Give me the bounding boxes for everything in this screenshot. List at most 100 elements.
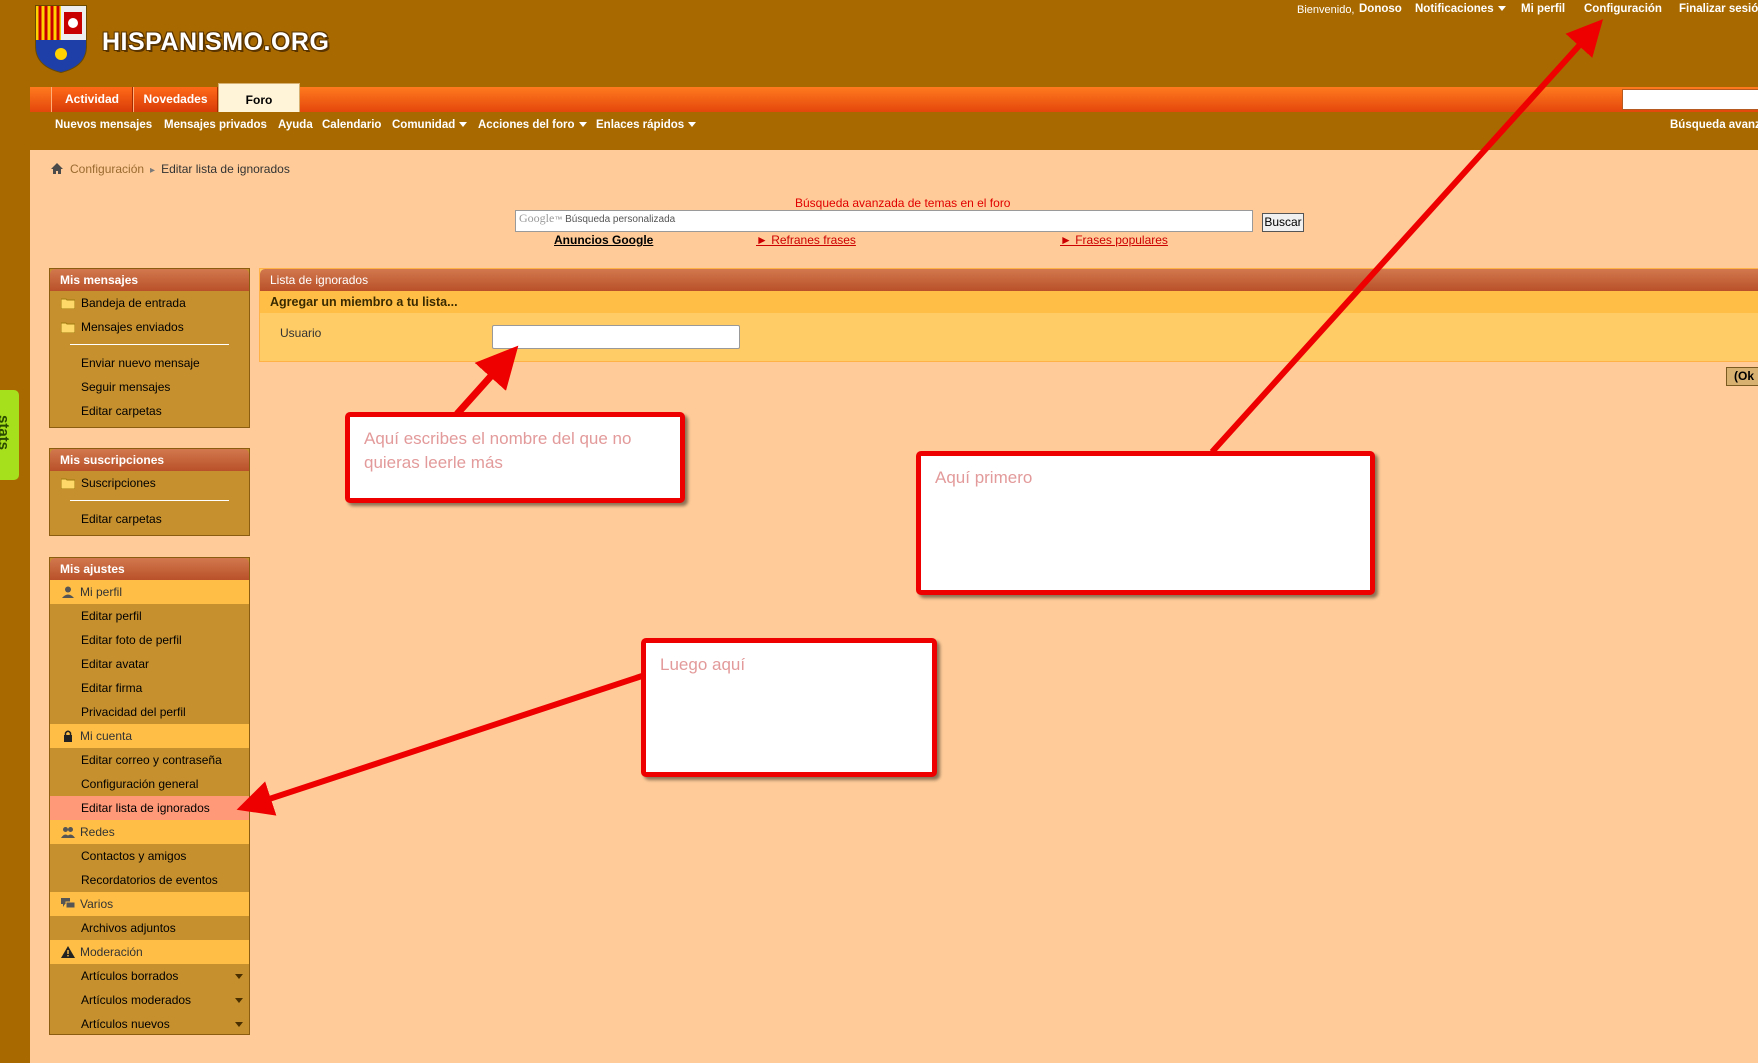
subnav-advanced-search[interactable]: Búsqueda avanz [1670, 119, 1758, 131]
subnav-community[interactable]: Comunidad [392, 119, 468, 131]
sidebar-item-subscriptions[interactable]: Suscripciones [50, 471, 249, 495]
chevron-down-icon [459, 122, 468, 128]
sidebar-item-moderated-articles[interactable]: Artículos moderados [50, 988, 249, 1012]
username-link[interactable]: Donoso [1359, 3, 1402, 15]
site-logo-icon[interactable] [32, 2, 90, 74]
site-name[interactable]: HISPANISMO.ORG [102, 28, 329, 57]
sidebar-item-new-message[interactable]: Enviar nuevo mensaje [50, 351, 249, 375]
breadcrumb-current: Editar lista de ignorados [161, 162, 290, 176]
sidebar-item-attachments[interactable]: Archivos adjuntos [50, 916, 249, 940]
sidebar-item-label: Suscripciones [81, 476, 156, 490]
chevron-down-icon [578, 122, 587, 128]
tab-foro[interactable]: Foro [218, 83, 300, 113]
sidebar-item-edit-signature[interactable]: Editar firma [50, 676, 249, 700]
search-button[interactable]: Buscar [1262, 213, 1304, 232]
breadcrumb: Configuración ▸ Editar lista de ignorados [50, 162, 290, 176]
home-icon[interactable] [50, 162, 64, 175]
sidebar-divider [50, 495, 249, 507]
stats-side-tab[interactable]: stats [0, 390, 19, 480]
user-icon [62, 586, 74, 598]
sidebar-item-deleted-articles[interactable]: Artículos borrados [50, 964, 249, 988]
subnav-help[interactable]: Ayuda [278, 119, 313, 131]
breadcrumb-settings-link[interactable]: Configuración [70, 162, 144, 176]
warning-icon [61, 946, 75, 958]
chevron-down-icon [1497, 6, 1506, 12]
sidebar-item-new-articles[interactable]: Artículos nuevos [50, 1012, 249, 1036]
sidebar-cat-profile: Mi perfil [50, 580, 249, 604]
users-icon [61, 827, 75, 838]
username-input[interactable] [492, 325, 740, 349]
sub-navigation: Nuevos mensajes Mensajes privados Ayuda … [30, 112, 1758, 150]
settings-link[interactable]: Configuración [1584, 3, 1662, 15]
folder-icon [61, 298, 75, 309]
sidebar-item-general-settings[interactable]: Configuración general [50, 772, 249, 796]
advanced-search-title: Búsqueda avanzada de temas en el foro [795, 196, 1011, 210]
sidebar-cat-label: Moderación [80, 945, 143, 959]
google-logo-text: Google [519, 211, 555, 225]
refranes-link[interactable]: ► Refranes frases [756, 233, 856, 247]
subnav-new-posts[interactable]: Nuevos mensajes [55, 119, 152, 131]
sidebar-item-edit-folders[interactable]: Editar carpetas [50, 399, 249, 423]
callout-second-step: Luego aquí [641, 638, 937, 777]
tab-novedades[interactable]: Novedades [133, 87, 218, 112]
sidebar-subscriptions-box: Mis suscripciones Suscripciones Editar c… [49, 448, 250, 536]
main-tab-bar: Actividad Novedades Foro [30, 83, 1758, 113]
sidebar-item-label: Artículos moderados [81, 993, 192, 1007]
folder-icon [61, 478, 75, 489]
chevron-down-icon[interactable] [235, 998, 243, 1003]
sidebar-item-track-messages[interactable]: Seguir mensajes [50, 375, 249, 399]
sidebar-item-profile-privacy[interactable]: Privacidad del perfil [50, 700, 249, 724]
google-search-placeholder: Búsqueda personalizada [565, 214, 676, 225]
sidebar-item-inbox[interactable]: Bandeja de entrada [50, 291, 249, 315]
callout-name-hint: Aquí escribes el nombre del que no quier… [345, 412, 685, 503]
header-search-input[interactable] [1622, 89, 1758, 110]
google-search-input[interactable]: Google™ Búsqueda personalizada [515, 210, 1253, 232]
tab-actividad[interactable]: Actividad [51, 87, 133, 112]
sidebar-item-event-reminders[interactable]: Recordatorios de eventos [50, 868, 249, 892]
sidebar-item-edit-photo[interactable]: Editar foto de perfil [50, 628, 249, 652]
subnav-forum-actions[interactable]: Acciones del foro [478, 119, 587, 131]
sidebar-cat-label: Varios [80, 897, 114, 911]
sidebar-item-edit-folders[interactable]: Editar carpetas [50, 507, 249, 531]
subnav-quick-links[interactable]: Enlaces rápidos [596, 119, 697, 131]
subnav-community-label: Comunidad [392, 119, 456, 131]
sidebar-settings-title: Mis ajustes [50, 558, 249, 580]
sidebar-cat-account: Mi cuenta [50, 724, 249, 748]
breadcrumb-separator-icon: ▸ [150, 165, 156, 176]
subnav-calendar[interactable]: Calendario [322, 119, 381, 131]
frases-link[interactable]: ► Frases populares [1060, 233, 1168, 247]
logout-link[interactable]: Finalizar sesió [1679, 3, 1758, 15]
notifications-label: Notificaciones [1415, 3, 1494, 15]
sidebar-item-contacts[interactable]: Contactos y amigos [50, 844, 249, 868]
chevron-down-icon[interactable] [235, 1022, 243, 1027]
stats-label: stats [0, 414, 13, 451]
sidebar-item-ignore-list[interactable]: Editar lista de ignorados [50, 796, 249, 820]
subnav-private-messages[interactable]: Mensajes privados [164, 119, 267, 131]
chevron-down-icon [688, 122, 697, 128]
sidebar-subscriptions-title: Mis suscripciones [50, 449, 249, 471]
chevron-down-icon[interactable] [235, 974, 243, 979]
sidebar-item-label: Artículos nuevos [81, 1017, 170, 1031]
add-member-heading: Agregar un miembro a tu lista... [260, 291, 1758, 313]
sidebar-item-edit-avatar[interactable]: Editar avatar [50, 652, 249, 676]
sidebar-messages-box: Mis mensajes Bandeja de entrada Mensajes… [49, 268, 250, 428]
sidebar-cat-label: Mi cuenta [80, 729, 133, 743]
sidebar-settings-box: Mis ajustes Mi perfil Editar perfil Edit… [49, 557, 250, 1035]
ok-button[interactable]: (Ok [1726, 367, 1758, 386]
google-ads-link[interactable]: Anuncios Google [554, 233, 653, 247]
notifications-menu[interactable]: Notificaciones [1415, 3, 1506, 15]
username-label: Usuario [280, 326, 322, 340]
app-window: HISPANISMO.ORG Bienvenido, Donoso Notifi… [0, 0, 1758, 1063]
sidebar-item-edit-profile[interactable]: Editar perfil [50, 604, 249, 628]
sidebar-divider [50, 339, 249, 351]
lock-icon [64, 730, 72, 742]
sidebar-cat-moderation: Moderación [50, 940, 249, 964]
folder-icon [61, 322, 75, 333]
sidebar-item-email-password[interactable]: Editar correo y contraseña [50, 748, 249, 772]
sidebar-item-label: Mensajes enviados [81, 320, 184, 334]
sidebar-item-sent[interactable]: Mensajes enviados [50, 315, 249, 339]
sidebar-item-label: Artículos borrados [81, 969, 179, 983]
chat-icon [61, 898, 75, 909]
my-profile-link[interactable]: Mi perfil [1521, 3, 1565, 15]
ignore-list-title: Lista de ignorados [260, 269, 1758, 291]
